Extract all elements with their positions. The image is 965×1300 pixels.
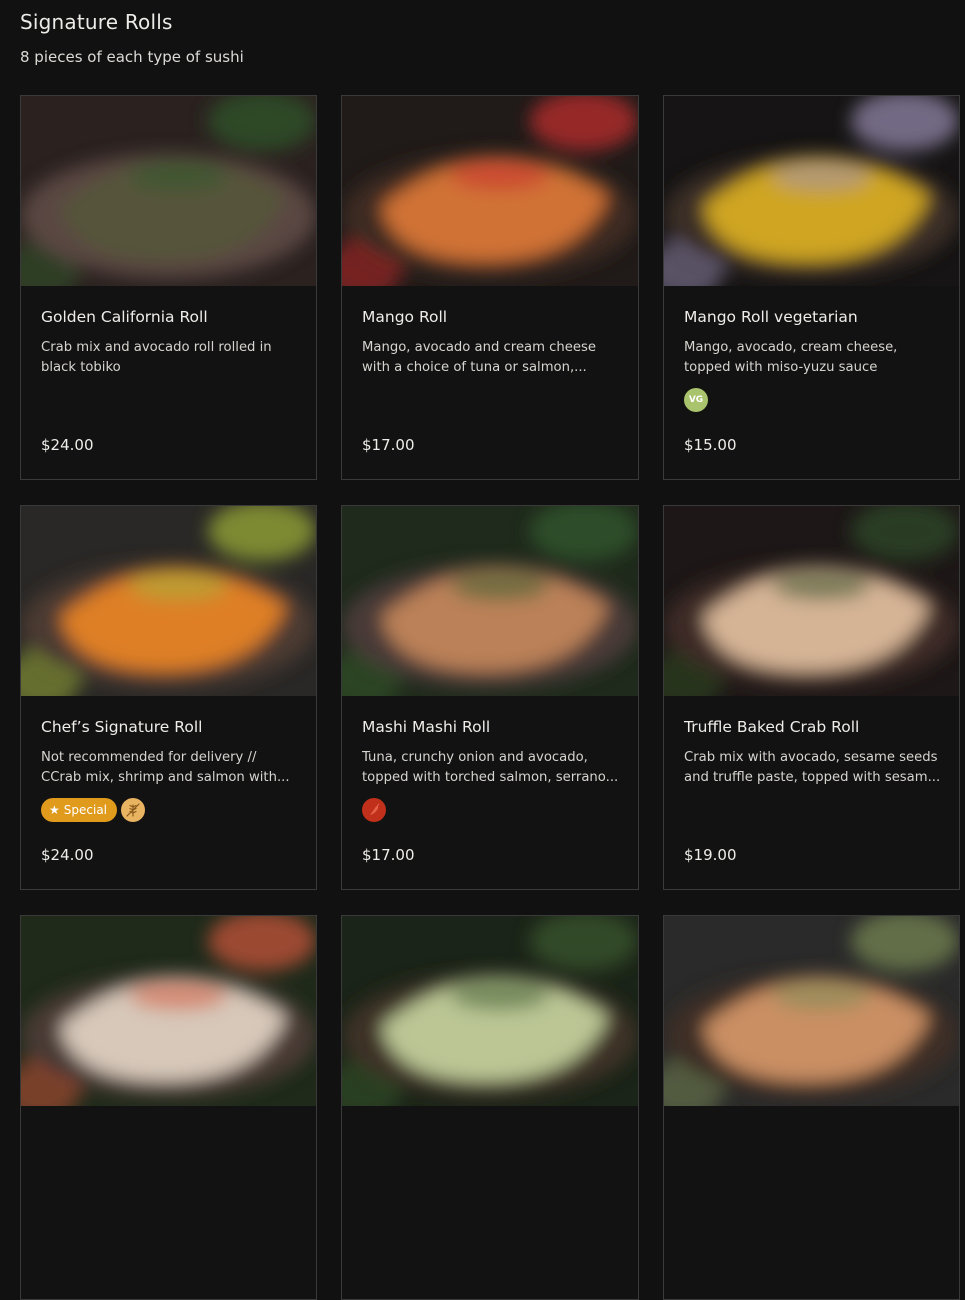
menu-item-card[interactable]	[20, 915, 317, 1300]
menu-item-photo	[342, 96, 638, 286]
menu-item-badges: ★ Special	[41, 798, 146, 822]
menu-item-card[interactable]: Mashi Mashi Roll Tuna, crunchy onion and …	[341, 505, 639, 890]
chili-pepper-icon	[362, 798, 386, 822]
menu-item-card[interactable]: Golden California Roll Crab mix and avoca…	[20, 95, 317, 480]
menu-item-card[interactable]: Chef’s Signature Roll Not recommended for…	[20, 505, 317, 890]
menu-item-body: Truffle Baked Crab Roll Crab mix with avo…	[664, 696, 959, 889]
section-header: Signature Rolls 8 pieces of each type of…	[20, 10, 244, 66]
menu-item-price: $17.00	[362, 436, 415, 454]
special-badge-label: Special	[63, 803, 108, 817]
menu-item-description: Mango, avocado, cream cheese, topped wit…	[684, 340, 898, 375]
menu-item-body: Mango Roll vegetarian Mango, avocado, cre…	[664, 286, 959, 479]
menu-item-card[interactable]: Truffle Baked Crab Roll Crab mix with avo…	[663, 505, 960, 890]
wheat-icon	[121, 798, 146, 822]
menu-item-body: Chef’s Signature Roll Not recommended for…	[21, 696, 316, 889]
menu-item-body: Mango Roll Mango, avocado and cream chees…	[342, 286, 638, 479]
menu-item-card[interactable]	[663, 915, 960, 1300]
menu-item-description: Mango, avocado and cream cheese with a c…	[362, 340, 596, 375]
menu-item-price: $15.00	[684, 436, 737, 454]
menu-item-name: Mango Roll vegetarian	[684, 308, 858, 326]
menu-item-photo	[21, 506, 316, 696]
menu-item-name: Chef’s Signature Roll	[41, 718, 203, 736]
menu-item-body	[664, 1106, 959, 1299]
star-icon: ★	[49, 803, 60, 817]
menu-item-name: Mashi Mashi Roll	[362, 718, 491, 736]
menu-item-price: $19.00	[684, 846, 737, 864]
menu-item-body	[342, 1106, 638, 1299]
menu-item-body: Golden California Roll Crab mix and avoca…	[21, 286, 316, 479]
menu-item-badges	[362, 798, 386, 822]
menu-item-photo	[342, 916, 638, 1106]
menu-item-photo	[342, 506, 638, 696]
menu-item-description: Crab mix with avocado, sesame seeds and …	[684, 750, 941, 785]
menu-item-price: $24.00	[41, 436, 94, 454]
menu-item-photo	[664, 96, 959, 286]
section-title: Signature Rolls	[20, 10, 173, 34]
special-badge: ★ Special	[41, 798, 118, 822]
menu-item-photo	[664, 916, 959, 1106]
menu-item-card[interactable]	[341, 915, 639, 1300]
menu-item-body	[21, 1106, 316, 1299]
menu-item-photo	[21, 916, 316, 1106]
menu-item-description: Not recommended for delivery // CCrab mi…	[41, 750, 290, 785]
menu-item-photo	[664, 506, 959, 696]
menu-item-name: Truffle Baked Crab Roll	[684, 718, 860, 736]
menu-item-body: Mashi Mashi Roll Tuna, crunchy onion and …	[342, 696, 638, 889]
menu-item-badges: VG	[684, 388, 708, 412]
menu-item-card[interactable]: Mango Roll vegetarian Mango, avocado, cre…	[663, 95, 960, 480]
menu-item-price: $24.00	[41, 846, 94, 864]
menu-item-photo	[21, 96, 316, 286]
menu-item-description: Tuna, crunchy onion and avocado, topped …	[362, 750, 619, 785]
menu-item-description: Crab mix and avocado roll rolled in blac…	[41, 340, 272, 375]
section-subtitle: 8 pieces of each type of sushi	[20, 48, 244, 66]
vegetarian-icon: VG	[684, 388, 708, 412]
menu-item-price: $17.00	[362, 846, 415, 864]
menu-item-name: Mango Roll	[362, 308, 448, 326]
menu-grid: Golden California Roll Crab mix and avoca…	[20, 95, 960, 1300]
menu-item-card[interactable]: Mango Roll Mango, avocado and cream chees…	[341, 95, 639, 480]
menu-item-name: Golden California Roll	[41, 308, 208, 326]
